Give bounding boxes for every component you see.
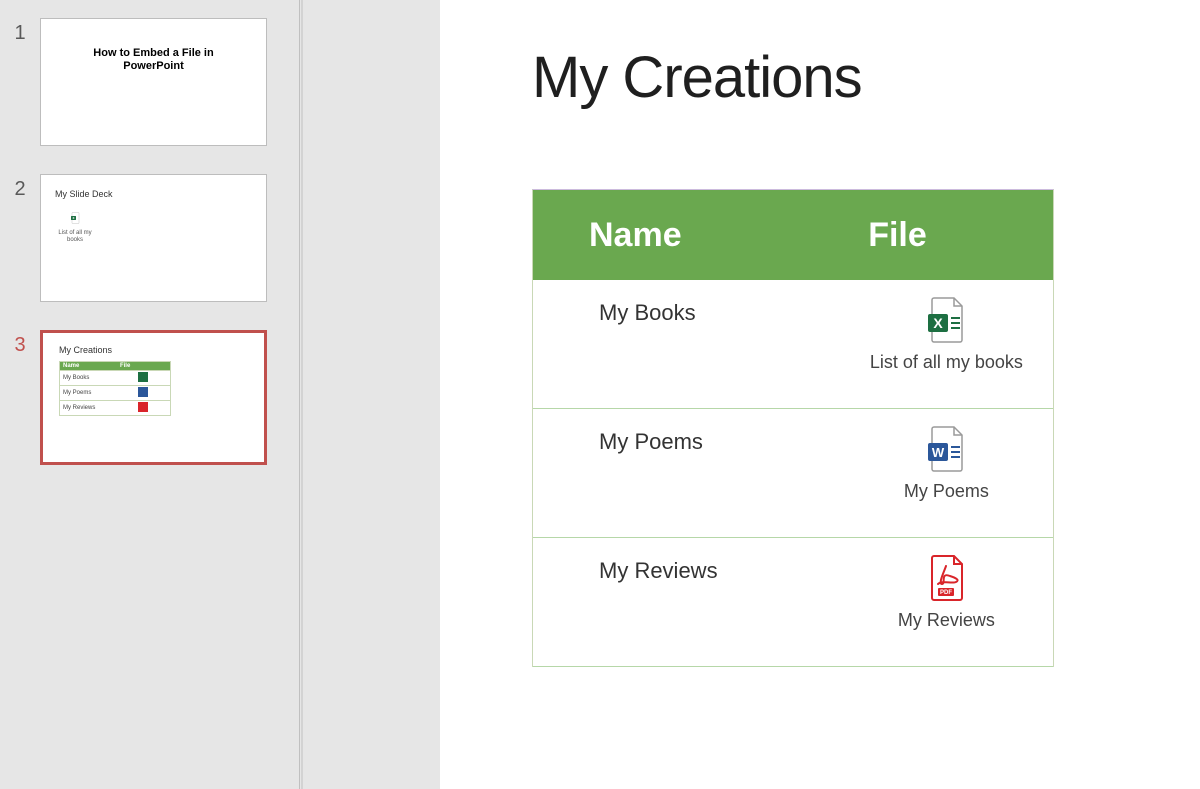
mini-th-name: Name	[60, 362, 117, 370]
thumbnail-number: 2	[0, 174, 40, 201]
mini-th-file: File	[117, 362, 170, 370]
thumbnail-2-embed-label: List of all my books	[55, 230, 95, 243]
table-row: My Reviews PDF My Reviews	[533, 538, 1053, 667]
excel-file-icon: X	[926, 296, 966, 344]
mini-row-name: My Poems	[60, 389, 117, 397]
svg-text:W: W	[932, 445, 945, 460]
thumbnail-1-title: How to Embed a File in PowerPoint	[69, 47, 238, 73]
row-name: My Reviews	[533, 554, 840, 584]
powerpoint-editor: 1 How to Embed a File in PowerPoint 2 My…	[0, 0, 1200, 789]
thumbnail-row-2: 2 My Slide Deck X List of all my books	[0, 174, 299, 302]
embedded-file-pdf[interactable]: PDF My Reviews	[852, 554, 1041, 632]
word-file-icon: W	[926, 425, 966, 473]
slide-canvas-area: My Creations Name File My Books	[300, 0, 1200, 789]
row-name: My Books	[533, 296, 840, 326]
excel-file-icon	[138, 372, 148, 382]
creations-table[interactable]: Name File My Books X	[532, 189, 1054, 667]
pdf-file-icon: PDF	[926, 554, 966, 602]
mini-row-name: My Books	[60, 374, 117, 382]
table-header-file: File	[824, 216, 1053, 255]
embedded-file-label: List of all my books	[870, 352, 1023, 374]
word-file-icon	[138, 387, 148, 397]
thumbnail-3-title: My Creations	[59, 345, 112, 355]
thumbnail-3-mini-table: Name File My Books My Poems	[59, 361, 171, 416]
mini-row-icon	[117, 401, 170, 415]
table-row: My Poems W My	[533, 409, 1053, 538]
embedded-file-word[interactable]: W My Poems	[852, 425, 1041, 503]
pdf-file-icon	[138, 402, 148, 412]
slide-title[interactable]: My Creations	[532, 44, 1140, 111]
slide-thumbnail-3[interactable]: My Creations Name File My Books My Poems	[40, 330, 267, 465]
mini-row-icon	[117, 371, 170, 385]
embedded-file-label: My Poems	[904, 481, 989, 503]
row-name: My Poems	[533, 425, 840, 455]
excel-file-icon: X	[70, 212, 81, 224]
mini-row-name: My Reviews	[60, 404, 117, 412]
svg-text:X: X	[72, 216, 74, 220]
thumbnail-2-title: My Slide Deck	[55, 189, 113, 199]
table-header-row: Name File	[533, 190, 1053, 280]
thumbnail-number: 3	[0, 330, 40, 357]
embedded-file-excel[interactable]: X List of all my books	[852, 296, 1041, 374]
slide-thumbnail-2[interactable]: My Slide Deck X List of all my books	[40, 174, 267, 302]
thumbnail-row-3: 3 My Creations Name File My Books	[0, 330, 299, 465]
thumbnail-number: 1	[0, 18, 40, 45]
thumbnail-2-embedded-file: X List of all my books	[55, 211, 95, 243]
table-row: My Books X Lis	[533, 280, 1053, 409]
svg-text:X: X	[934, 315, 944, 331]
mini-row-icon	[117, 386, 170, 400]
embedded-file-label: My Reviews	[898, 610, 995, 632]
thumbnail-row-1: 1 How to Embed a File in PowerPoint	[0, 18, 299, 146]
svg-text:PDF: PDF	[940, 590, 952, 596]
current-slide[interactable]: My Creations Name File My Books	[440, 0, 1200, 789]
table-header-name: Name	[533, 216, 824, 255]
slide-thumbnail-1[interactable]: How to Embed a File in PowerPoint	[40, 18, 267, 146]
slide-thumbnail-panel: 1 How to Embed a File in PowerPoint 2 My…	[0, 0, 300, 789]
